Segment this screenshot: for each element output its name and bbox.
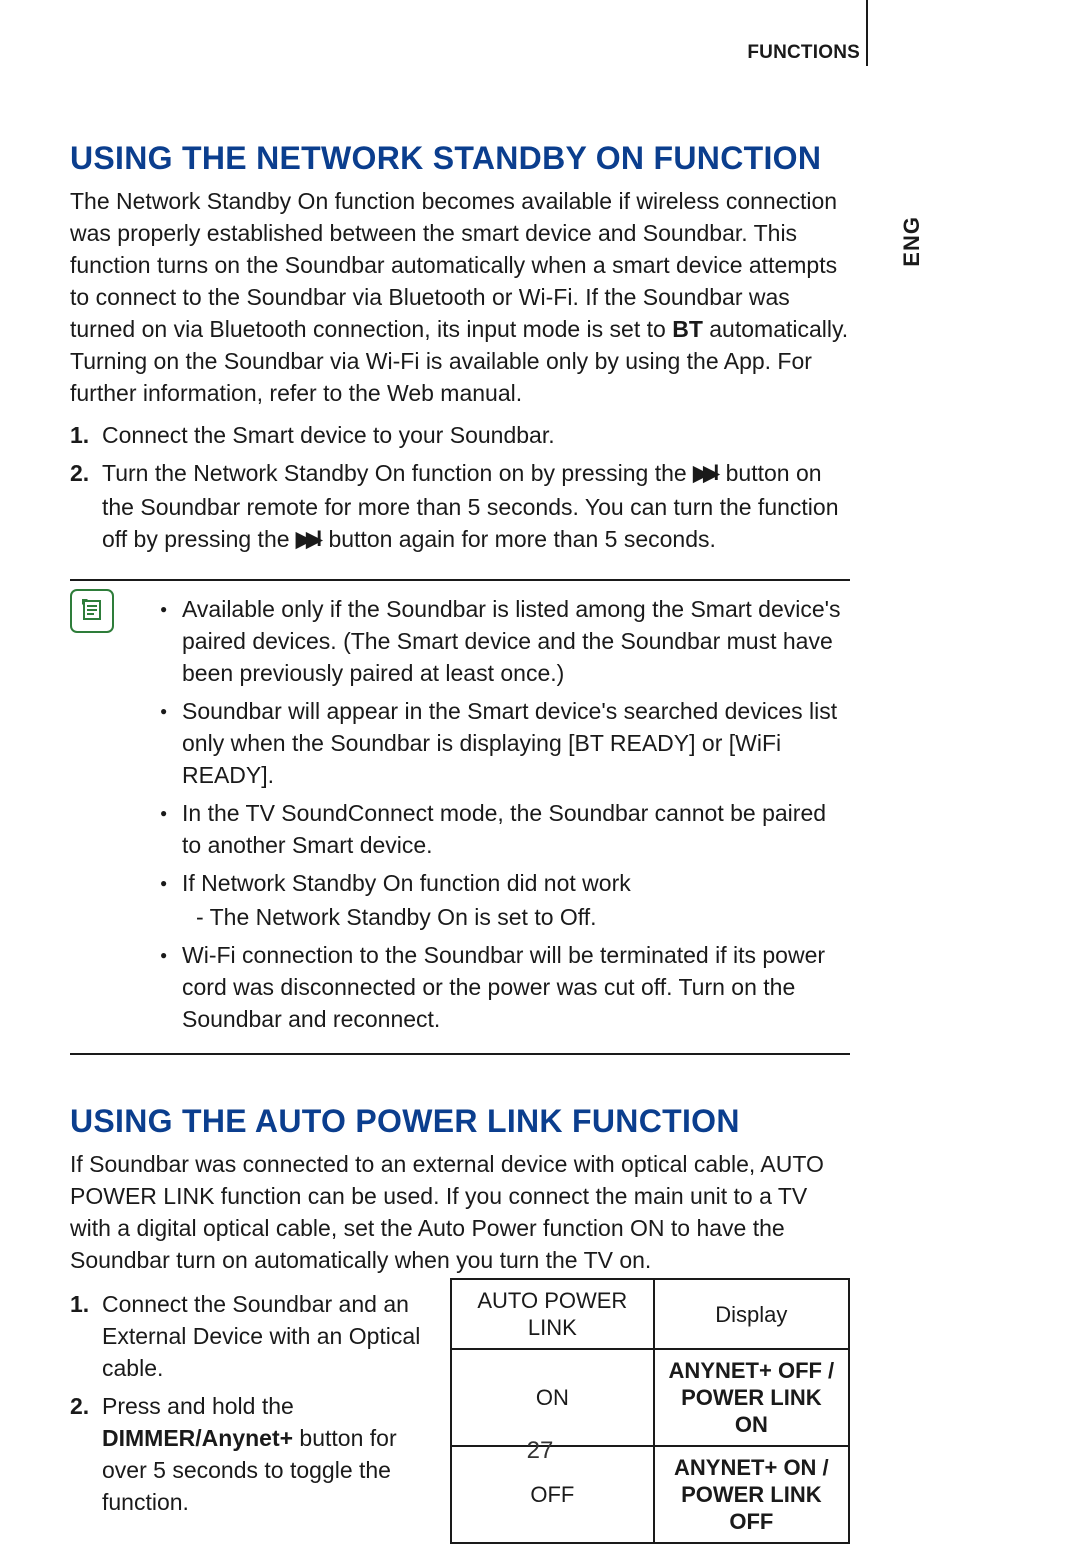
note-icon: [70, 589, 114, 633]
table-cell: ON: [451, 1349, 654, 1446]
skip-forward-icon: ▶▶l: [296, 524, 322, 556]
note-item: Available only if the Soundbar is listed…: [160, 593, 850, 689]
table-cell: ANYNET+ OFF / POWER LINK ON: [654, 1349, 849, 1446]
table-row: ON ANYNET+ OFF / POWER LINK ON: [451, 1349, 849, 1446]
note-box: Available only if the Soundbar is listed…: [70, 579, 850, 1055]
step-text-pre: Turn the Network Standby On function on …: [102, 460, 693, 486]
section2-intro: If Soundbar was connected to an external…: [70, 1148, 1010, 1276]
step-text: Connect the Smart device to your Soundba…: [102, 422, 555, 448]
note-item: In the TV SoundConnect mode, the Soundba…: [160, 797, 850, 861]
left-column: 1. Connect the Soundbar and an External …: [70, 1278, 426, 1544]
step-item: 2. Turn the Network Standby On function …: [70, 457, 850, 557]
section-label: FUNCTIONS: [747, 42, 860, 64]
cell-line1: ANYNET+ OFF /: [669, 1358, 835, 1383]
note-text: If Network Standby On function did not w…: [182, 870, 631, 896]
two-column-layout: 1. Connect the Soundbar and an External …: [70, 1278, 850, 1544]
section1-intro: The Network Standby On function becomes …: [70, 185, 1010, 409]
page-number: 27: [0, 1437, 1080, 1465]
cell-line2: POWER LINK OFF: [681, 1482, 822, 1534]
step-text: Connect the Soundbar and an External Dev…: [102, 1291, 420, 1381]
table-row: AUTO POWER LINK Display: [451, 1279, 849, 1349]
note-item: If Network Standby On function did not w…: [160, 867, 850, 933]
language-tab: ENG: [899, 216, 925, 267]
power-link-table: AUTO POWER LINK Display ON ANYNET+ OFF /…: [450, 1278, 850, 1544]
step-text-pre: Press and hold the: [102, 1393, 294, 1419]
step-number: 2.: [70, 1390, 89, 1422]
table-header: Display: [654, 1279, 849, 1349]
section1-title: USING THE NETWORK STANDBY ON FUNCTION: [70, 140, 1010, 177]
top-divider: [866, 0, 868, 66]
note-item: Soundbar will appear in the Smart device…: [160, 695, 850, 791]
note-list: Available only if the Soundbar is listed…: [70, 593, 850, 1035]
cell-line2: POWER LINK ON: [681, 1385, 822, 1437]
step-number: 1.: [70, 419, 89, 451]
section2-steps: 1. Connect the Soundbar and an External …: [70, 1288, 426, 1518]
right-column: AUTO POWER LINK Display ON ANYNET+ OFF /…: [450, 1278, 850, 1544]
step-text-post: button again for more than 5 seconds.: [322, 526, 716, 552]
section1-steps: 1. Connect the Smart device to your Soun…: [70, 419, 1010, 557]
bt-bold: BT: [672, 316, 703, 342]
step-number: 2.: [70, 457, 89, 489]
section2-title: USING THE AUTO POWER LINK FUNCTION: [70, 1103, 1010, 1140]
note-subline: - The Network Standby On is set to Off.: [182, 901, 850, 933]
note-item: Wi-Fi connection to the Soundbar will be…: [160, 939, 850, 1035]
step-number: 1.: [70, 1288, 89, 1320]
manual-page: FUNCTIONS ENG USING THE NETWORK STANDBY …: [0, 0, 1080, 1527]
skip-forward-icon: ▶▶l: [693, 458, 719, 490]
step-item: 1. Connect the Soundbar and an External …: [70, 1288, 426, 1384]
step-item: 1. Connect the Smart device to your Soun…: [70, 419, 850, 451]
table-header: AUTO POWER LINK: [451, 1279, 654, 1349]
